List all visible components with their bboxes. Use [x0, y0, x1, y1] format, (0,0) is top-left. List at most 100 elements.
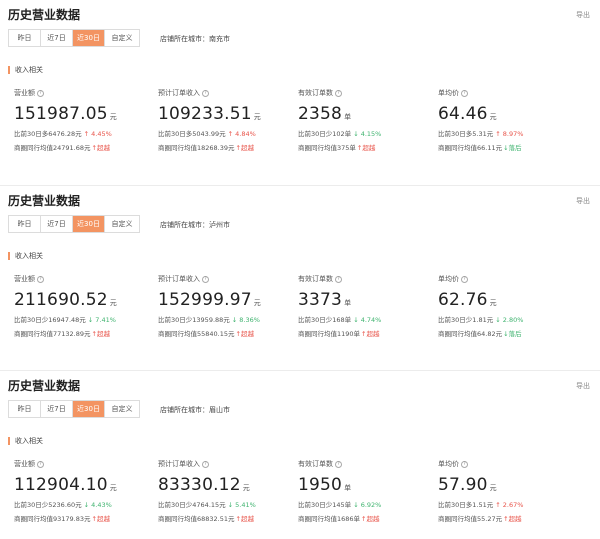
- metric-label: 有效订单数: [298, 275, 333, 283]
- tab-yesterday[interactable]: 昨日: [9, 30, 41, 46]
- metric-label-row: 单均价?: [438, 459, 578, 469]
- date-range-tabs: 昨日 近7日 近30日 自定义: [8, 400, 140, 418]
- metric-value-row: 2358 单: [298, 104, 438, 124]
- compare-percent: ↓ 4.15%: [353, 130, 382, 138]
- compare-percent: ↓ 8.36%: [231, 316, 260, 324]
- compare-row: 比前30日少168单 ↓ 4.74%: [298, 314, 438, 324]
- compare-text: 比前30日少145单: [298, 501, 352, 509]
- tab-30days[interactable]: 近30日: [73, 216, 105, 232]
- metric-label-row: 预计订单收入?: [158, 274, 298, 284]
- question-circle-icon[interactable]: ?: [37, 89, 44, 97]
- compare-percent: ↓ 4.43%: [83, 501, 112, 509]
- metric-unit: 元: [242, 484, 250, 492]
- tab-30days[interactable]: 近30日: [73, 30, 105, 46]
- question-circle-icon[interactable]: ?: [461, 89, 468, 97]
- export-button[interactable]: 导出: [576, 196, 590, 206]
- metric-unit: 元: [253, 299, 261, 307]
- export-button[interactable]: 导出: [576, 381, 590, 391]
- tab-custom[interactable]: 自定义: [105, 216, 139, 232]
- store-city: 店铺所在城市：泸州市: [160, 221, 230, 229]
- question-circle-icon[interactable]: ?: [37, 460, 44, 468]
- metric-value-row: 211690.52 元: [14, 290, 154, 310]
- peer-average-text: 商圈同行均值24791.68元: [14, 144, 91, 152]
- peer-average-row: 商圈同行均值77132.89元↑超越: [14, 328, 154, 338]
- question-circle-icon[interactable]: ?: [461, 275, 468, 283]
- metric-label: 营业额: [14, 275, 35, 283]
- peer-average-row: 商圈同行均值66.11元↓落后: [438, 142, 578, 152]
- peer-compare-badge: ↓落后: [503, 330, 522, 338]
- metric-label: 有效订单数: [298, 89, 333, 97]
- compare-row: 比前30日多5.31元 ↑ 8.97%: [438, 128, 578, 138]
- question-circle-icon[interactable]: ?: [335, 460, 342, 468]
- compare-percent: ↑ 2.67%: [495, 501, 524, 509]
- tab-7days[interactable]: 近7日: [41, 30, 73, 46]
- metric-value-row: 109233.51 元: [158, 104, 298, 124]
- panel-title: 历史营业数据: [8, 379, 81, 393]
- metric-label-row: 预计订单收入?: [158, 88, 298, 98]
- metric-label-row: 营业额?: [14, 88, 154, 98]
- compare-percent: ↓ 2.80%: [495, 316, 524, 324]
- export-button[interactable]: 导出: [576, 10, 590, 20]
- metric-unit: 元: [109, 299, 117, 307]
- tab-7days[interactable]: 近7日: [41, 216, 73, 232]
- tab-yesterday[interactable]: 昨日: [9, 401, 41, 417]
- metric-value: 151987.05: [14, 104, 108, 124]
- question-circle-icon[interactable]: ?: [461, 460, 468, 468]
- compare-percent: ↑ 4.84%: [227, 130, 256, 138]
- compare-text: 比前30日少5236.60元: [14, 501, 82, 509]
- metric-avg-order-price: 单均价? 57.90 元比前30日多1.51元 ↑ 2.67% 商圈同行均值55.27元…: [438, 459, 578, 523]
- question-circle-icon[interactable]: ?: [335, 89, 342, 97]
- peer-average-text: 商圈同行均值93179.83元: [14, 515, 91, 523]
- question-circle-icon[interactable]: ?: [37, 275, 44, 283]
- metric-unit: 元: [109, 113, 117, 121]
- peer-average-text: 商圈同行均值18268.39元: [158, 144, 235, 152]
- metric-value-row: 3373 单: [298, 290, 438, 310]
- compare-row: 比前30日多1.51元 ↑ 2.67%: [438, 499, 578, 509]
- question-circle-icon[interactable]: ?: [202, 460, 209, 468]
- peer-average-row: 商圈同行均值93179.83元↑超越: [14, 513, 154, 523]
- metric-label: 营业额: [14, 89, 35, 97]
- peer-average-text: 商圈同行均值375单: [298, 144, 356, 152]
- metric-revenue: 营业额? 112904.10 元比前30日少5236.60元 ↓ 4.43% 商圈同行均…: [14, 459, 154, 523]
- tab-custom[interactable]: 自定义: [105, 30, 139, 46]
- metric-value-row: 62.76 元: [438, 290, 578, 310]
- peer-average-row: 商圈同行均值55.27元↑超越: [438, 513, 578, 523]
- metric-valid-orders: 有效订单数? 1950 单比前30日少145单 ↓ 6.92% 商圈同行均值1686单↑…: [298, 459, 438, 523]
- metric-label: 单均价: [438, 275, 459, 283]
- peer-compare-badge: ↓落后: [503, 144, 522, 152]
- metric-valid-orders: 有效订单数? 3373 单比前30日少168单 ↓ 4.74% 商圈同行均值1190单↑…: [298, 274, 438, 338]
- peer-average-text: 商圈同行均值77132.89元: [14, 330, 91, 338]
- metric-estimated-order-income: 预计订单收入? 109233.51 元比前30日多5043.99元 ↑ 4.84% 商圈…: [158, 88, 298, 152]
- compare-text: 比前30日多6476.28元: [14, 130, 82, 138]
- peer-average-text: 商圈同行均值55840.15元: [158, 330, 235, 338]
- compare-row: 比前30日少4764.15元 ↓ 5.41%: [158, 499, 298, 509]
- metric-value: 83330.12: [158, 475, 241, 495]
- peer-compare-badge: ↑超越: [235, 330, 254, 338]
- peer-compare-badge: ↑超越: [503, 515, 522, 523]
- metric-label: 单均价: [438, 460, 459, 468]
- tab-yesterday[interactable]: 昨日: [9, 216, 41, 232]
- date-range-tabs: 昨日 近7日 近30日 自定义: [8, 29, 140, 47]
- question-circle-icon[interactable]: ?: [202, 275, 209, 283]
- question-circle-icon[interactable]: ?: [202, 89, 209, 97]
- tab-custom[interactable]: 自定义: [105, 401, 139, 417]
- compare-row: 比前30日少102单 ↓ 4.15%: [298, 128, 438, 138]
- metric-value-row: 57.90 元: [438, 475, 578, 495]
- tab-30days[interactable]: 近30日: [73, 401, 105, 417]
- metric-value: 64.46: [438, 104, 488, 124]
- peer-average-row: 商圈同行均值1686单↑超越: [298, 513, 438, 523]
- section-label: 收入相关: [8, 437, 43, 445]
- question-circle-icon[interactable]: ?: [335, 275, 342, 283]
- compare-percent: ↓ 6.92%: [353, 501, 382, 509]
- date-range-tabs: 昨日 近7日 近30日 自定义: [8, 215, 140, 233]
- tab-7days[interactable]: 近7日: [41, 401, 73, 417]
- panel-title: 历史营业数据: [8, 194, 81, 208]
- compare-percent: ↓ 4.74%: [353, 316, 382, 324]
- metric-unit: 单: [344, 299, 352, 307]
- compare-percent: ↓ 5.41%: [227, 501, 256, 509]
- metric-value: 152999.97: [158, 290, 252, 310]
- compare-text: 比前30日少4764.15元: [158, 501, 226, 509]
- metric-estimated-order-income: 预计订单收入? 152999.97 元比前30日少13959.88元 ↓ 8.36% 商…: [158, 274, 298, 338]
- section-label: 收入相关: [8, 66, 43, 74]
- metric-label: 营业额: [14, 460, 35, 468]
